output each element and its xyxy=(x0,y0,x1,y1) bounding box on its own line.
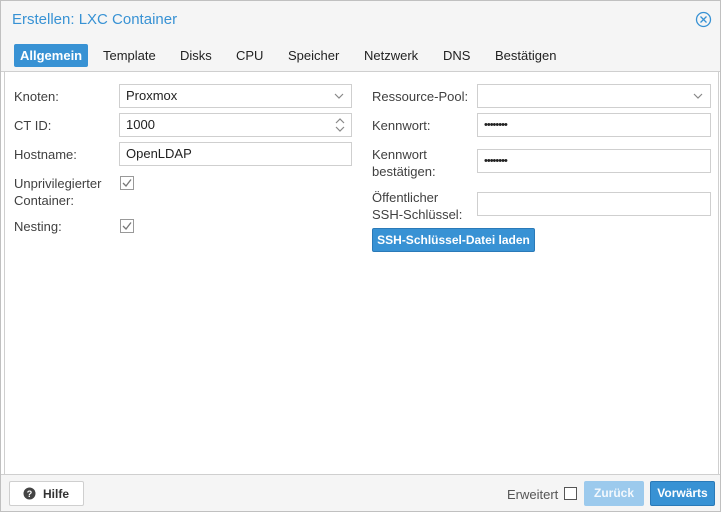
svg-text:?: ? xyxy=(27,489,33,499)
close-icon[interactable] xyxy=(695,11,712,28)
password-input[interactable]: •••••••• xyxy=(477,113,711,137)
hostname-value: OpenLDAP xyxy=(126,146,192,161)
ctid-label: CT ID: xyxy=(14,118,52,133)
tab-bestaetigen[interactable]: Bestätigen xyxy=(489,44,562,67)
ssh-key-input[interactable] xyxy=(477,192,711,216)
load-ssh-key-button[interactable]: SSH-Schlüssel-Datei laden xyxy=(372,228,535,252)
nesting-label: Nesting: xyxy=(14,219,62,234)
ssh-key-label-line1: Öffentlicher xyxy=(372,190,439,205)
node-select[interactable]: Proxmox xyxy=(119,84,352,108)
node-value: Proxmox xyxy=(126,88,178,103)
unprivileged-label-line2: Container: xyxy=(14,193,74,208)
confirm-password-label-line2: bestätigen: xyxy=(372,164,436,179)
tab-netzwerk[interactable]: Netzwerk xyxy=(358,44,424,67)
password-value: •••••••• xyxy=(484,119,508,131)
wizard-tabs: Allgemein Template Disks CPU Speicher Ne… xyxy=(1,38,720,72)
chevron-down-icon[interactable] xyxy=(692,85,704,107)
confirm-password-value: •••••••• xyxy=(484,155,508,167)
tab-template[interactable]: Template xyxy=(97,44,162,67)
hostname-label: Hostname: xyxy=(14,147,77,162)
chevron-down-icon[interactable] xyxy=(333,85,345,107)
tab-cpu[interactable]: CPU xyxy=(230,44,269,67)
hostname-input[interactable]: OpenLDAP xyxy=(119,142,352,166)
unprivileged-checkbox[interactable] xyxy=(120,176,134,190)
confirm-password-input[interactable]: •••••••• xyxy=(477,149,711,173)
tab-speicher[interactable]: Speicher xyxy=(282,44,345,67)
ctid-value: 1000 xyxy=(126,117,155,132)
confirm-password-label-line1: Kennwort xyxy=(372,147,427,162)
help-button[interactable]: ? Hilfe xyxy=(9,481,84,506)
dialog-title: Erstellen: LXC Container xyxy=(12,11,178,28)
ssh-key-label-line2: SSH-Schlüssel: xyxy=(372,207,463,222)
tab-disks[interactable]: Disks xyxy=(174,44,218,67)
tab-allgemein[interactable]: Allgemein xyxy=(14,44,89,67)
question-circle-icon: ? xyxy=(23,487,36,500)
dialog-footer: ? Hilfe Erweitert Zurück Vorwärts xyxy=(1,474,720,511)
advanced-label: Erweitert xyxy=(507,487,559,502)
ctid-spinner[interactable]: 1000 xyxy=(119,113,352,137)
dialog-titlebar: Erstellen: LXC Container xyxy=(1,1,720,38)
next-button[interactable]: Vorwärts xyxy=(650,481,715,506)
unprivileged-label-line1: Unprivilegierter xyxy=(14,176,102,191)
back-button[interactable]: Zurück xyxy=(584,481,644,506)
nesting-checkbox[interactable] xyxy=(120,219,134,233)
password-label: Kennwort: xyxy=(372,118,431,133)
pool-label: Ressource-Pool: xyxy=(372,89,469,104)
advanced-checkbox[interactable] xyxy=(564,487,577,500)
spinner-arrows-icon[interactable] xyxy=(334,116,346,134)
create-lxc-dialog: Erstellen: LXC Container Allgemein Templ… xyxy=(0,0,721,512)
general-form-panel: Knoten: Proxmox CT ID: 1000 Hostname: Op… xyxy=(4,72,719,474)
node-label: Knoten: xyxy=(14,89,59,104)
tab-dns[interactable]: DNS xyxy=(437,44,476,67)
help-label: Hilfe xyxy=(43,487,70,501)
pool-select[interactable] xyxy=(477,84,711,108)
